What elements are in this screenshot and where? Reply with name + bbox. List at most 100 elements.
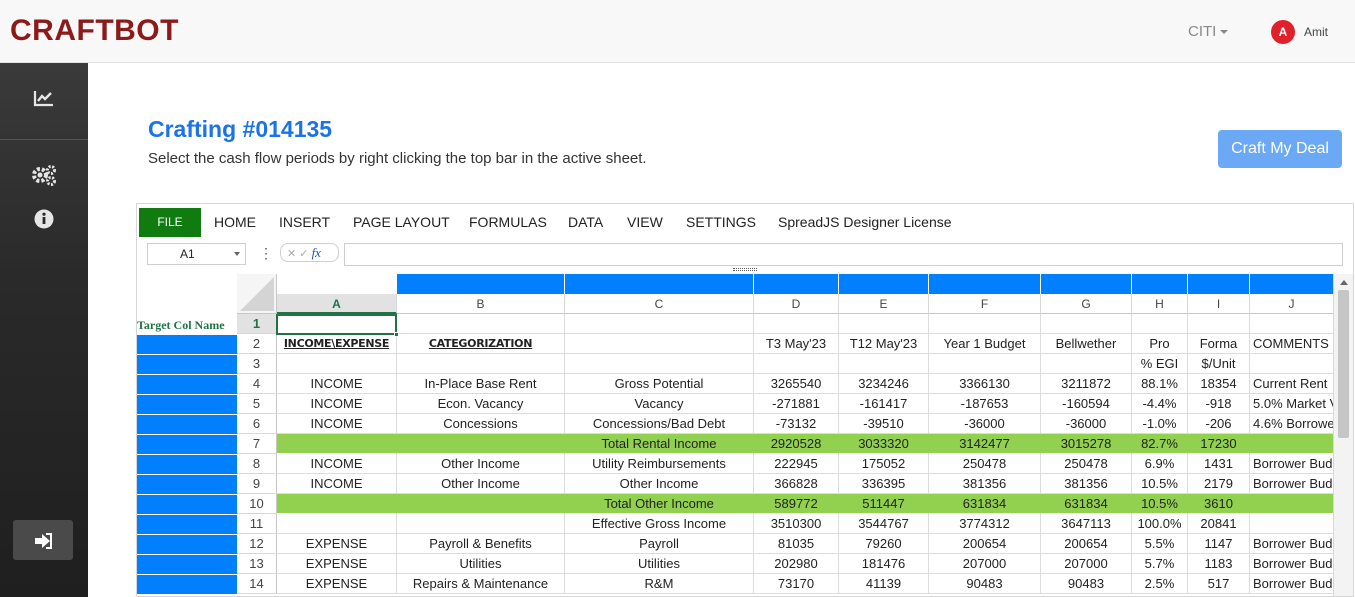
cell-b1[interactable] <box>397 314 565 334</box>
cell-e8[interactable]: 175052 <box>839 454 929 474</box>
cell-c6[interactable]: Concessions/Bad Debt <box>565 414 754 434</box>
period-bar-segment[interactable] <box>1188 274 1249 294</box>
period-bar-segment[interactable] <box>1132 274 1187 294</box>
cell-f7[interactable]: 3142477 <box>929 434 1041 454</box>
cell-f5[interactable]: -187653 <box>929 394 1041 414</box>
brand-logo[interactable]: CRAFTBOT <box>10 14 179 48</box>
cell-b10[interactable] <box>397 494 565 514</box>
target-col-cell[interactable] <box>137 535 237 554</box>
cell-b2[interactable]: CATEGORIZATION <box>397 334 565 354</box>
cell-e12[interactable]: 79260 <box>839 534 929 554</box>
cell-f13[interactable]: 207000 <box>929 554 1041 574</box>
row-header[interactable]: 4 <box>237 374 277 394</box>
cell-a2[interactable]: INCOME\EXPENSE <box>277 334 397 354</box>
row-header[interactable]: 2 <box>237 334 277 354</box>
cell-b4[interactable]: In-Place Base Rent <box>397 374 565 394</box>
row-header[interactable]: 11 <box>237 514 277 534</box>
cell-g8[interactable]: 250478 <box>1041 454 1132 474</box>
cell-b5[interactable]: Econ. Vacancy <box>397 394 565 414</box>
target-col-cell[interactable] <box>137 335 237 354</box>
cell-f9[interactable]: 381356 <box>929 474 1041 494</box>
cell-e6[interactable]: -39510 <box>839 414 929 434</box>
cell-j12[interactable]: Borrower Bud <box>1250 534 1334 554</box>
cell-d11[interactable]: 3510300 <box>754 514 839 534</box>
cell-b14[interactable]: Repairs & Maintenance <box>397 574 565 594</box>
cell-c12[interactable]: Payroll <box>565 534 754 554</box>
cell-j13[interactable]: Borrower Bud <box>1250 554 1334 574</box>
target-col-cell[interactable] <box>137 395 237 414</box>
col-header-h[interactable]: H <box>1132 294 1188 314</box>
cell-j9[interactable]: Borrower Bud <box>1250 474 1334 494</box>
cell-a7[interactable] <box>277 434 397 454</box>
cell-g9[interactable]: 381356 <box>1041 474 1132 494</box>
cell-a12[interactable]: EXPENSE <box>277 534 397 554</box>
target-col-cell[interactable] <box>137 455 237 474</box>
cell-h8[interactable]: 6.9% <box>1132 454 1188 474</box>
cell-h1[interactable] <box>1132 314 1188 334</box>
period-bar-segment[interactable] <box>929 274 1040 294</box>
username[interactable]: Amit <box>1304 25 1328 39</box>
formula-input[interactable] <box>344 243 1343 266</box>
cell-e7[interactable]: 3033320 <box>839 434 929 454</box>
cell-b8[interactable]: Other Income <box>397 454 565 474</box>
cell-c3[interactable] <box>565 354 754 374</box>
target-col-cell[interactable] <box>137 515 237 534</box>
cell-e9[interactable]: 336395 <box>839 474 929 494</box>
cell-j7[interactable] <box>1250 434 1334 454</box>
row-header[interactable]: 3 <box>237 354 277 374</box>
cell-i6[interactable]: -206 <box>1188 414 1250 434</box>
col-header-d[interactable]: D <box>754 294 839 314</box>
cell-f12[interactable]: 200654 <box>929 534 1041 554</box>
org-dropdown[interactable]: CITI <box>1188 23 1229 40</box>
cell-f3[interactable] <box>929 354 1041 374</box>
tab-settings[interactable]: SETTINGS <box>686 214 756 230</box>
scroll-thumb[interactable] <box>1338 290 1349 438</box>
cell-h2[interactable]: Pro <box>1132 334 1188 354</box>
cell-e13[interactable]: 181476 <box>839 554 929 574</box>
chart-line-icon[interactable] <box>0 89 88 113</box>
resize-grip-icon[interactable] <box>733 268 757 271</box>
row-header[interactable]: 12 <box>237 534 277 554</box>
col-header-j[interactable]: J <box>1250 294 1334 314</box>
cell-d7[interactable]: 2920528 <box>754 434 839 454</box>
cell-i9[interactable]: 2179 <box>1188 474 1250 494</box>
cell-e3[interactable] <box>839 354 929 374</box>
col-header-f[interactable]: F <box>929 294 1041 314</box>
cell-a3[interactable] <box>277 354 397 374</box>
cell-g5[interactable]: -160594 <box>1041 394 1132 414</box>
cell-c5[interactable]: Vacancy <box>565 394 754 414</box>
logout-button[interactable] <box>13 520 73 560</box>
cell-g3[interactable] <box>1041 354 1132 374</box>
cell-d13[interactable]: 202980 <box>754 554 839 574</box>
cell-g10[interactable]: 631834 <box>1041 494 1132 514</box>
cell-f8[interactable]: 250478 <box>929 454 1041 474</box>
cell-c9[interactable]: Other Income <box>565 474 754 494</box>
cell-f11[interactable]: 3774312 <box>929 514 1041 534</box>
cell-i3[interactable]: $/Unit <box>1188 354 1250 374</box>
cell-a13[interactable]: EXPENSE <box>277 554 397 574</box>
cell-g13[interactable]: 207000 <box>1041 554 1132 574</box>
cell-g7[interactable]: 3015278 <box>1041 434 1132 454</box>
cell-i13[interactable]: 1183 <box>1188 554 1250 574</box>
cell-g11[interactable]: 3647113 <box>1041 514 1132 534</box>
cell-f1[interactable] <box>929 314 1041 334</box>
cell-e4[interactable]: 3234246 <box>839 374 929 394</box>
cell-c4[interactable]: Gross Potential <box>565 374 754 394</box>
cell-j11[interactable] <box>1250 514 1334 534</box>
cell-e5[interactable]: -161417 <box>839 394 929 414</box>
cell-c7[interactable]: Total Rental Income <box>565 434 754 454</box>
cell-d14[interactable]: 73170 <box>754 574 839 594</box>
cell-d4[interactable]: 3265540 <box>754 374 839 394</box>
target-col-cell[interactable] <box>137 435 237 454</box>
cell-c1[interactable] <box>565 314 754 334</box>
cell-c13[interactable]: Utilities <box>565 554 754 574</box>
craft-my-deal-button[interactable]: Craft My Deal <box>1218 130 1342 168</box>
cell-f10[interactable]: 631834 <box>929 494 1041 514</box>
target-col-cell[interactable] <box>137 575 237 594</box>
cell-c8[interactable]: Utility Reimbursements <box>565 454 754 474</box>
row-header[interactable]: 6 <box>237 414 277 434</box>
cell-d6[interactable]: -73132 <box>754 414 839 434</box>
cell-e14[interactable]: 41139 <box>839 574 929 594</box>
target-col-cell[interactable] <box>137 415 237 434</box>
cell-j2[interactable]: COMMENTS <box>1250 334 1334 354</box>
